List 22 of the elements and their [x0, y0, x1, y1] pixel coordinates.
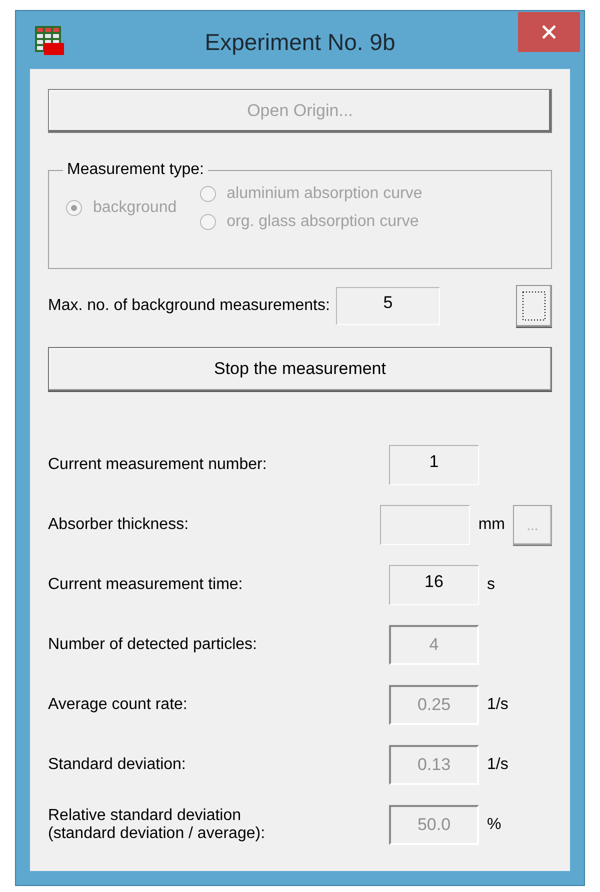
field-label: Number of detected particles: — [48, 636, 258, 654]
unit-label: % — [487, 816, 502, 834]
unit-label: 1/s — [487, 696, 508, 714]
unit-label: s — [487, 576, 495, 594]
radio-label: org. glass absorption curve — [226, 213, 419, 231]
field-label: Standard deviation: — [48, 756, 187, 774]
input-field[interactable]: 5 — [336, 287, 440, 325]
value-field[interactable]: 16 — [389, 565, 479, 605]
value-field[interactable]: 1 — [389, 445, 479, 485]
group-label: Measurement type: — [66, 161, 205, 179]
stop-button[interactable]: Stop the measurement — [48, 347, 552, 391]
unit-label: 1/s — [487, 756, 508, 774]
radio-label: aluminium absorption curve — [226, 185, 422, 203]
field-label: Average count rate: — [48, 696, 188, 714]
radio-label: background — [93, 199, 177, 217]
field-label: Current measurement number: — [48, 456, 268, 474]
field-label: Max. no. of background measurements: — [48, 297, 330, 315]
field-label: Current measurement time: — [48, 576, 244, 594]
window-title: Experiment No. 9b — [204, 28, 396, 56]
field-label: Absorber thickness: — [48, 516, 190, 534]
unit-label: mm — [478, 516, 505, 534]
field-label: Relative standard deviation (standard deviation / average): — [48, 806, 266, 844]
